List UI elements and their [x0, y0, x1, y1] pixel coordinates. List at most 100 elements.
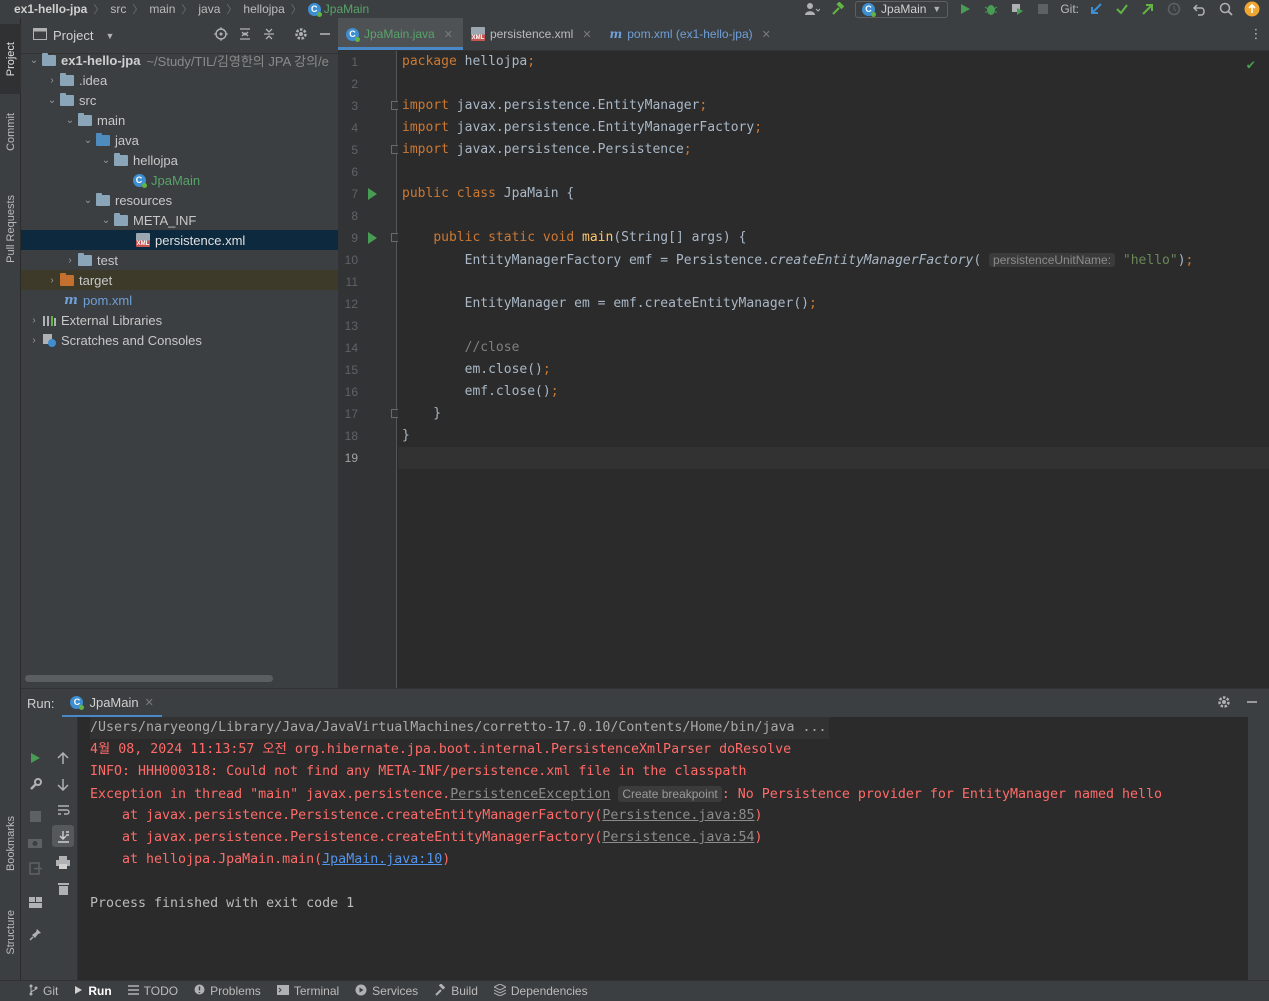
status-item-build[interactable]: Build: [434, 982, 478, 999]
breadcrumb-class[interactable]: C JpaMain: [304, 2, 373, 17]
breadcrumb-src[interactable]: src: [106, 2, 130, 16]
status-item-dependencies[interactable]: Dependencies: [492, 982, 588, 999]
minimize-icon[interactable]: [1245, 695, 1259, 712]
chevron-down-icon[interactable]: ⌄: [63, 115, 77, 126]
tree-item-resources[interactable]: ⌄ resources: [21, 190, 338, 210]
scroll-to-end-icon[interactable]: [52, 825, 74, 847]
update-available-icon[interactable]: [1243, 1, 1261, 17]
chevron-right-icon[interactable]: ›: [27, 315, 41, 326]
status-item-terminal[interactable]: Terminal: [276, 984, 339, 998]
status-item-todo[interactable]: TODO: [127, 984, 178, 998]
trash-icon[interactable]: [49, 877, 77, 899]
chevron-down-icon[interactable]: ⌄: [81, 135, 95, 146]
tree-item-scratches[interactable]: › Scratches and Consoles: [21, 330, 338, 350]
tab-project-tool[interactable]: Project: [0, 24, 21, 94]
status-item-services[interactable]: Services: [355, 984, 418, 999]
vertical-scrollbar[interactable]: [1248, 717, 1269, 981]
arrow-down-icon[interactable]: [49, 773, 77, 795]
status-item-git[interactable]: Git: [28, 984, 58, 999]
inspection-ok-icon[interactable]: ✔: [1247, 57, 1255, 73]
tree-item-test[interactable]: › test: [21, 250, 338, 270]
tree-item-meta-inf[interactable]: ⌄ META_INF: [21, 210, 338, 230]
tree-item-target[interactable]: › target: [21, 270, 338, 290]
arrow-up-icon[interactable]: [49, 747, 77, 769]
run-gutter-icon[interactable]: [368, 232, 377, 244]
create-breakpoint-button[interactable]: Create breakpoint: [618, 786, 722, 802]
chevron-down-icon[interactable]: ⌄: [45, 95, 59, 106]
pin-icon[interactable]: [21, 923, 49, 945]
tree-item-persistence-xml[interactable]: XML persistence.xml: [21, 230, 338, 250]
exit-icon[interactable]: [21, 857, 49, 879]
collapse-all-icon[interactable]: [262, 27, 276, 44]
git-update-icon[interactable]: [1087, 1, 1105, 17]
chevron-right-icon[interactable]: ›: [45, 75, 59, 86]
breadcrumb-package[interactable]: hellojpa: [239, 2, 288, 16]
horizontal-scrollbar[interactable]: [25, 675, 273, 682]
stacktrace-link[interactable]: Persistence.java:54: [602, 830, 754, 845]
gear-icon[interactable]: [294, 27, 308, 44]
run-configuration-select[interactable]: C JpaMain ▼: [855, 0, 949, 18]
close-icon[interactable]: ✕: [582, 28, 591, 41]
chevron-down-icon[interactable]: ⌄: [99, 155, 113, 166]
minimize-icon[interactable]: [318, 27, 332, 44]
close-icon[interactable]: ✕: [145, 696, 154, 709]
tree-item-java[interactable]: ⌄ java: [21, 130, 338, 150]
search-icon[interactable]: [1217, 1, 1235, 17]
close-icon[interactable]: ✕: [762, 28, 771, 41]
tab-pull-requests-tool[interactable]: Pull Requests: [0, 182, 21, 276]
breadcrumb-main[interactable]: main: [145, 2, 179, 16]
tab-run-jpamain[interactable]: C JpaMain ✕: [62, 689, 162, 717]
history-icon[interactable]: [1165, 1, 1183, 17]
camera-icon[interactable]: [21, 831, 49, 853]
tree-item-main[interactable]: ⌄ main: [21, 110, 338, 130]
chevron-right-icon[interactable]: ›: [27, 335, 41, 346]
tree-item-hellojpa[interactable]: ⌄ hellojpa: [21, 150, 338, 170]
rollback-icon[interactable]: [1191, 1, 1209, 17]
run-icon[interactable]: [956, 1, 974, 17]
chevron-right-icon[interactable]: ›: [45, 275, 59, 286]
code-editor[interactable]: ✔ package hellojpa; import javax.persist…: [398, 51, 1269, 688]
breadcrumb-project[interactable]: ex1-hello-jpa: [10, 2, 91, 16]
wrench-icon[interactable]: [21, 773, 49, 795]
chevron-down-icon[interactable]: ⌄: [81, 195, 95, 206]
chevron-right-icon[interactable]: ›: [63, 255, 77, 266]
expand-all-icon[interactable]: [238, 27, 252, 44]
tab-bookmarks-tool[interactable]: Bookmarks: [0, 802, 21, 886]
locate-icon[interactable]: [214, 27, 228, 44]
stop-icon[interactable]: [1034, 1, 1052, 17]
tab-structure-tool[interactable]: Structure: [0, 896, 21, 968]
gear-icon[interactable]: [1217, 695, 1231, 712]
layout-icon[interactable]: [21, 891, 49, 913]
print-icon[interactable]: [49, 851, 77, 873]
stacktrace-link[interactable]: Persistence.java:85: [602, 808, 754, 823]
run-gutter-icon[interactable]: [368, 188, 377, 200]
project-panel-title[interactable]: Project: [53, 28, 93, 43]
debug-icon[interactable]: [982, 1, 1000, 17]
tree-item-idea[interactable]: › .idea: [21, 70, 338, 90]
status-item-run[interactable]: Run: [74, 984, 112, 998]
tab-pom-xml[interactable]: m pom.xml (ex1-hello-jpa) ✕: [602, 18, 781, 50]
chevron-down-icon[interactable]: ⌄: [99, 215, 113, 226]
tab-commit-tool[interactable]: Commit: [0, 102, 21, 162]
stop-icon[interactable]: [21, 805, 49, 827]
console-output[interactable]: /Users/naryeong/Library/Java/JavaVirtual…: [83, 717, 1248, 981]
tab-jpamain-java[interactable]: C JpaMain.java ✕: [338, 18, 463, 50]
user-icon[interactable]: [803, 1, 821, 17]
tree-item-pom-xml[interactable]: m pom.xml: [21, 290, 338, 310]
tree-item-external-libraries[interactable]: › External Libraries: [21, 310, 338, 330]
stacktrace-link[interactable]: JpaMain.java:10: [322, 852, 442, 867]
chevron-down-icon[interactable]: ▼: [105, 31, 114, 41]
tree-item-project-root[interactable]: ⌄ ex1-hello-jpa ~/Study/TIL/김영한의 JPA 강의/…: [21, 50, 338, 70]
exception-link[interactable]: PersistenceException: [450, 787, 610, 802]
close-icon[interactable]: ✕: [444, 28, 453, 41]
rerun-icon[interactable]: [21, 747, 49, 769]
tab-persistence-xml[interactable]: XML persistence.xml ✕: [463, 18, 602, 50]
git-push-icon[interactable]: [1139, 1, 1157, 17]
git-commit-icon[interactable]: [1113, 1, 1131, 17]
status-item-problems[interactable]: Problems: [194, 984, 261, 998]
tree-item-src[interactable]: ⌄ src: [21, 90, 338, 110]
chevron-down-icon[interactable]: ⌄: [27, 55, 41, 66]
tree-item-jpamain[interactable]: C JpaMain: [21, 170, 338, 190]
soft-wrap-icon[interactable]: [49, 799, 77, 821]
build-hammer-icon[interactable]: [829, 1, 847, 17]
